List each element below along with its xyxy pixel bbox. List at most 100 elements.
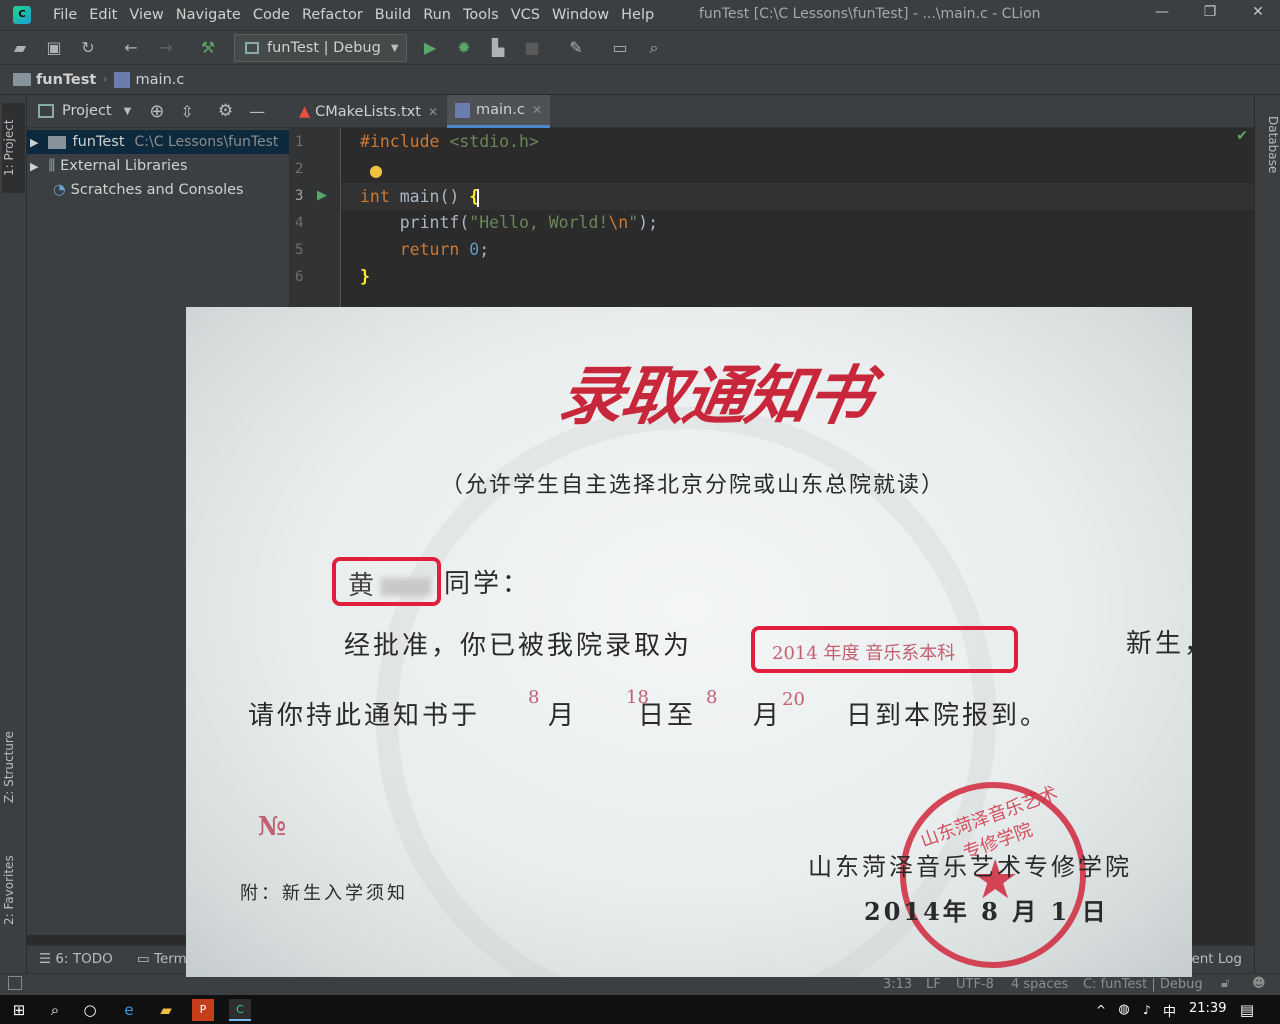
run-with-coverage-icon[interactable]: ▙ [488, 38, 508, 58]
run-configuration-selector[interactable]: funTest | Debug ▼ [234, 34, 407, 62]
tree-item-scratches[interactable]: ◔ Scratches and Consoles [27, 178, 289, 202]
collapse-all-icon[interactable]: ⇳ [180, 102, 193, 121]
end-month: 8 [706, 687, 718, 708]
sync-icon[interactable]: ↻ [78, 38, 98, 58]
gear-icon[interactable]: ⚙ [218, 101, 233, 121]
open-folder-icon[interactable]: ▰ [10, 38, 30, 58]
back-icon[interactable]: ← [121, 38, 141, 58]
debug-icon[interactable]: ✹ [454, 38, 474, 58]
menu-view[interactable]: View [123, 7, 169, 23]
lock-icon[interactable]: 🔓︎ [1221, 976, 1229, 991]
line-separator[interactable]: LF [926, 977, 941, 992]
code-line-6: } [360, 267, 370, 286]
run-gutter-icon[interactable]: ▶ [317, 188, 327, 203]
menu-help[interactable]: Help [615, 7, 660, 23]
tab-todo[interactable]: ☰ 6: TODO [39, 951, 113, 967]
menu-tools[interactable]: Tools [457, 7, 505, 23]
restore-button[interactable]: ❐ [1198, 4, 1222, 26]
month-word-1: 月 [548, 701, 578, 731]
forward-icon[interactable]: → [156, 38, 176, 58]
terminal-window-icon[interactable]: ▭ [610, 38, 630, 58]
intention-bulb-icon[interactable]: ● [369, 161, 383, 180]
hector-icon[interactable]: ☻ [1252, 976, 1266, 991]
stop-icon[interactable]: ■ [522, 38, 542, 58]
input-method-indicator[interactable]: 中 [1163, 1001, 1176, 1020]
window-title: funTest [C:\C Lessons\funTest] - ...\mai… [699, 6, 1041, 22]
menu-vcs[interactable]: VCS [505, 7, 546, 23]
notifications-icon[interactable]: ▤ [1236, 999, 1258, 1021]
text-caret [477, 188, 480, 207]
file-encoding[interactable]: UTF-8 [956, 977, 994, 992]
network-icon[interactable]: ◍ [1113, 999, 1135, 1021]
menu-navigate[interactable]: Navigate [170, 7, 247, 23]
project-view-selector[interactable]: Project [62, 103, 112, 119]
code-token: printf( [360, 213, 470, 232]
folder-icon [48, 135, 67, 149]
search-icon[interactable]: ⌕ [644, 38, 664, 58]
clion-taskbar-icon[interactable]: C [229, 999, 251, 1021]
save-icon[interactable]: ▣ [44, 38, 64, 58]
run-icon[interactable]: ▶ [420, 38, 440, 58]
expand-arrow-icon[interactable]: ▶ [30, 136, 38, 149]
menu-window[interactable]: Window [546, 7, 615, 23]
breadcrumb-project[interactable]: funTest [13, 72, 96, 88]
menu-edit[interactable]: Edit [83, 7, 123, 23]
tab-terminal[interactable]: ▭ Term [137, 951, 187, 967]
tool-window-toggle-icon[interactable] [8, 976, 22, 990]
settings-wrench-icon[interactable]: ✎ [566, 38, 586, 58]
code-token: return [360, 240, 460, 259]
chevron-down-icon[interactable]: ▼ [124, 106, 132, 117]
indent-setting[interactable]: 4 spaces [1011, 977, 1068, 992]
breadcrumb-file[interactable]: main.c [113, 71, 184, 88]
cortana-icon[interactable]: ○ [79, 999, 101, 1021]
system-clock[interactable]: 21:39 [1189, 1001, 1226, 1016]
edge-browser-icon[interactable]: e [118, 999, 140, 1021]
windows-start-icon[interactable]: ⊞ [8, 999, 30, 1021]
code-token: ; [479, 240, 490, 259]
tab-main-c[interactable]: main.c ✕ [447, 95, 550, 128]
code-line-3: int main() { [341, 183, 1254, 210]
close-button[interactable]: ✕ [1246, 4, 1270, 26]
tree-item-funtest[interactable]: ▶ funTest C:\C Lessons\funTest [27, 130, 289, 154]
menu-build[interactable]: Build [369, 7, 417, 23]
c-file-icon [113, 71, 130, 88]
code-token: ); [638, 213, 659, 232]
tab-terminal-label: Term [154, 951, 187, 967]
resolve-context[interactable]: C: funTest | Debug [1083, 977, 1203, 992]
tab-event-log[interactable]: ent Log [1191, 951, 1242, 967]
menu-file[interactable]: File [47, 7, 83, 23]
minimize-button[interactable]: — [1150, 4, 1174, 26]
search-icon[interactable]: ⌕ [44, 999, 66, 1021]
tab-favorites[interactable]: 2: Favorites [2, 840, 25, 940]
inspection-ok-icon[interactable]: ✔ [1236, 128, 1248, 144]
menu-refactor[interactable]: Refactor [296, 7, 369, 23]
code-line-4: printf("Hello, World!\n"); [360, 213, 658, 232]
notice-line-1: 经批准，你已被我院录取为 [344, 631, 693, 661]
tab-label: main.c [476, 102, 525, 118]
close-icon[interactable]: ✕ [428, 105, 438, 119]
breadcrumb-separator-icon: › [102, 72, 108, 87]
build-hammer-icon[interactable]: ⚒ [198, 38, 218, 58]
expand-arrow-icon[interactable]: ▶ [30, 160, 38, 173]
hide-panel-icon[interactable]: — [249, 102, 265, 121]
close-icon[interactable]: ✕ [532, 103, 542, 117]
volume-icon[interactable]: ♪ [1136, 999, 1158, 1021]
caret-position[interactable]: 3:13 [883, 977, 912, 992]
chevron-up-icon[interactable]: ^ [1090, 999, 1112, 1021]
powerpoint-icon[interactable]: P [192, 999, 214, 1021]
highlight-box-name [332, 557, 441, 606]
tab-project[interactable]: 1: Project [2, 103, 25, 193]
tree-item-external-libraries[interactable]: ▶ ⫼ External Libraries [27, 154, 289, 178]
locate-file-icon[interactable]: ⊕ [149, 101, 164, 122]
code-token: } [360, 267, 370, 286]
file-explorer-icon[interactable]: ▰ [155, 999, 177, 1021]
menu-run[interactable]: Run [417, 7, 457, 23]
line-number: 1 [295, 134, 304, 150]
tab-structure[interactable]: Z: Structure [2, 715, 25, 820]
tab-cmakelists[interactable]: ▲ CMakeLists.txt ✕ [291, 95, 446, 128]
menu-code[interactable]: Code [247, 7, 296, 23]
tree-item-label: Scratches and Consoles [70, 182, 244, 198]
code-token: main() [389, 187, 470, 206]
code-token: #include [360, 132, 440, 151]
tab-database[interactable]: Database [1257, 105, 1280, 185]
